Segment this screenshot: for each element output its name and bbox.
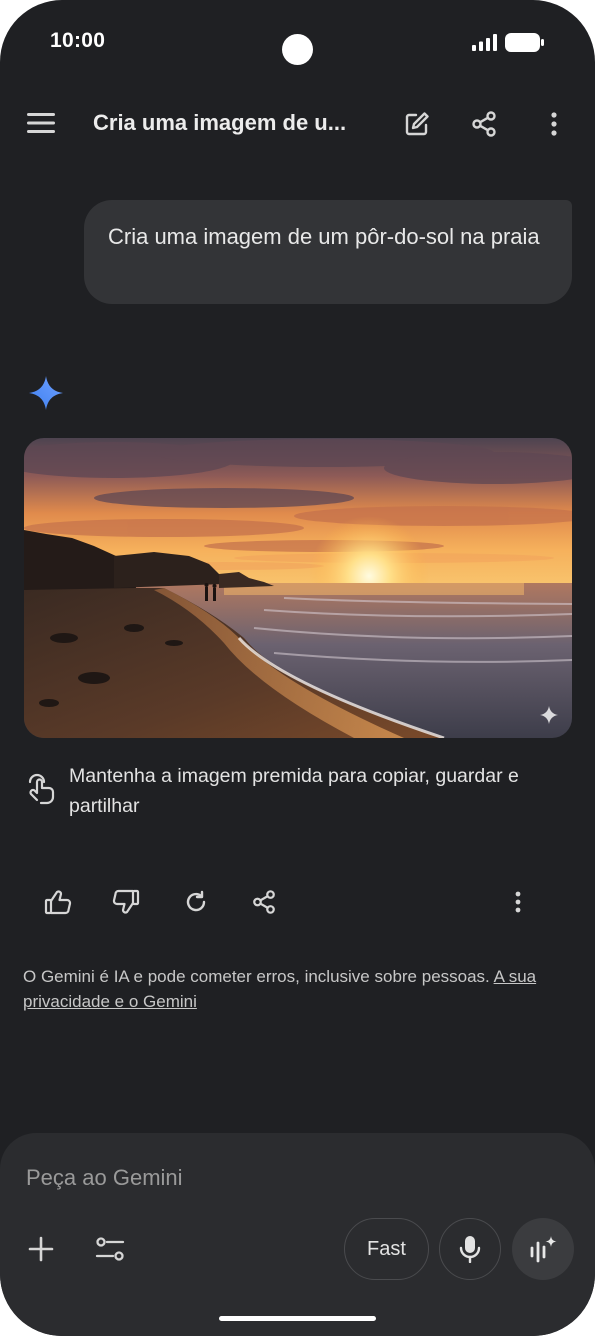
mic-button[interactable]	[439, 1218, 501, 1280]
conversation-title[interactable]: Cria uma imagem de u...	[93, 110, 346, 136]
camera-cutout	[282, 34, 313, 65]
hint-text: Mantenha a imagem premida para copiar, g…	[69, 765, 519, 817]
mic-icon	[459, 1236, 481, 1263]
live-button[interactable]	[512, 1218, 574, 1280]
user-message-bubble: Cria uma imagem de um pôr-do-sol na prai…	[84, 200, 572, 304]
home-indicator	[219, 1316, 376, 1321]
sparkle-watermark-icon	[540, 706, 558, 724]
live-icon	[530, 1236, 557, 1263]
thumbs-down-icon[interactable]	[108, 884, 144, 920]
share-icon[interactable]	[246, 884, 282, 920]
menu-icon[interactable]	[24, 106, 58, 140]
redo-icon[interactable]	[178, 884, 214, 920]
phone-screen: 10:00 Cria uma imagem de u... Cria uma i…	[0, 0, 595, 1336]
disclaimer: O Gemini é IA e pode cometer erros, incl…	[23, 964, 573, 1014]
generated-sunset-image[interactable]	[24, 438, 572, 738]
more-vert-icon[interactable]	[537, 107, 571, 141]
status-time: 10:00	[50, 29, 106, 52]
disclaimer-text: O Gemini é IA e pode cometer erros, incl…	[23, 967, 494, 986]
edit-icon[interactable]	[400, 107, 434, 141]
tools-icon[interactable]	[93, 1232, 127, 1266]
gemini-spark-icon	[29, 376, 63, 410]
composer-panel	[0, 1133, 595, 1336]
prompt-input[interactable]: Peça ao Gemini	[26, 1165, 183, 1191]
thumbs-up-icon[interactable]	[40, 884, 76, 920]
more-vert-icon[interactable]	[500, 884, 536, 920]
signal-icon	[472, 34, 497, 51]
add-icon[interactable]	[24, 1232, 58, 1266]
touch-hold-icon	[28, 773, 55, 805]
share-icon[interactable]	[467, 107, 501, 141]
battery-icon	[505, 33, 544, 52]
model-mode-button[interactable]: Fast	[344, 1218, 429, 1280]
